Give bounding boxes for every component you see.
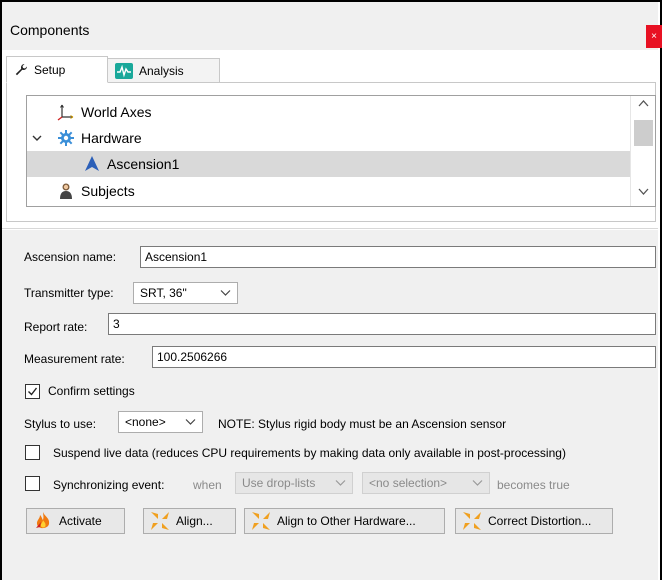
align-to-other-hardware-button[interactable]: Align to Other Hardware...: [244, 508, 445, 534]
scroll-up-icon[interactable]: [638, 99, 649, 107]
divider: [2, 228, 658, 229]
title-bar: Components: [2, 2, 658, 50]
activate-label: Activate: [59, 514, 102, 528]
chevron-down-icon[interactable]: [31, 133, 43, 143]
transmitter-type-select[interactable]: SRT, 36": [133, 282, 238, 304]
tab-analysis-label: Analysis: [139, 63, 184, 78]
tab-setup-label: Setup: [34, 62, 66, 77]
tab-analysis[interactable]: Analysis: [108, 58, 220, 83]
sync-becomes-label: becomes true: [497, 478, 570, 492]
arrow-icon: [85, 156, 99, 171]
sync-droplist-value: Use drop-lists: [242, 476, 316, 490]
tree-item-subjects[interactable]: Subjects: [27, 178, 631, 204]
person-icon: [60, 183, 72, 199]
tree-item-label: World Axes: [81, 104, 152, 120]
tree-scrollbar[interactable]: [630, 96, 655, 206]
chevron-down-icon: [185, 419, 196, 425]
chevron-down-icon: [472, 480, 483, 486]
correct-distortion-button[interactable]: Correct Distortion...: [455, 508, 613, 534]
sync-selection-select[interactable]: <no selection>: [362, 472, 490, 494]
waveform-icon: [115, 62, 133, 79]
flame-icon: [36, 512, 50, 529]
tab-setup[interactable]: Setup: [6, 56, 108, 83]
align-label: Align...: [176, 514, 213, 528]
tree-item-hardware[interactable]: Hardware: [27, 125, 631, 151]
close-button[interactable]: ×: [646, 25, 662, 48]
transmitter-type-value: SRT, 36": [140, 286, 187, 300]
wrench-icon: [15, 63, 28, 75]
tree-item-label: Subjects: [81, 183, 135, 199]
measurement-rate-label: Measurement rate:: [24, 352, 125, 366]
report-rate-label: Report rate:: [24, 320, 88, 334]
report-rate-field[interactable]: 3: [108, 313, 656, 335]
sync-selection-value: <no selection>: [369, 476, 448, 490]
sync-when-label: when: [193, 478, 222, 492]
align-icon: [463, 512, 481, 530]
tree-item-label: Hardware: [81, 130, 142, 146]
confirm-settings-checkbox[interactable]: [25, 384, 40, 399]
confirm-settings-label: Confirm settings: [48, 384, 135, 398]
measurement-rate-field[interactable]: 100.2506266: [152, 346, 656, 368]
tree-item-ascension1[interactable]: Ascension1: [27, 151, 631, 177]
tree-item-label: Ascension1: [107, 156, 180, 172]
scroll-down-icon[interactable]: [638, 188, 649, 196]
scroll-thumb[interactable]: [634, 120, 653, 146]
axes-icon: [57, 104, 74, 121]
checkmark-icon: [28, 387, 38, 396]
component-tree[interactable]: World Axes Hardware Ascension1 Subjects: [26, 95, 656, 207]
stylus-select[interactable]: <none>: [118, 411, 203, 433]
activate-button[interactable]: Activate: [26, 508, 125, 534]
align-icon: [151, 512, 169, 530]
stylus-value: <none>: [125, 415, 166, 429]
ascension-name-field[interactable]: Ascension1: [140, 246, 656, 268]
stylus-note: NOTE: Stylus rigid body must be an Ascen…: [218, 417, 507, 431]
sync-droplist-select[interactable]: Use drop-lists: [235, 472, 353, 494]
chevron-down-icon: [335, 480, 346, 486]
window-title: Components: [10, 22, 90, 38]
suspend-live-data-label: Suspend live data (reduces CPU requireme…: [53, 446, 566, 460]
synchronizing-event-checkbox[interactable]: [25, 476, 40, 491]
gear-icon: [58, 130, 74, 146]
suspend-live-data-checkbox[interactable]: [25, 445, 40, 460]
chevron-down-icon: [220, 290, 231, 296]
ascension-name-label: Ascension name:: [24, 250, 117, 264]
transmitter-type-label: Transmitter type:: [24, 286, 114, 300]
stylus-label: Stylus to use:: [24, 417, 97, 431]
align-icon: [252, 512, 270, 530]
align-button[interactable]: Align...: [143, 508, 236, 534]
correct-distortion-label: Correct Distortion...: [488, 514, 592, 528]
synchronizing-event-label: Synchronizing event:: [53, 478, 165, 492]
tree-item-world-axes[interactable]: World Axes: [27, 99, 631, 125]
align-to-other-hardware-label: Align to Other Hardware...: [277, 514, 416, 528]
